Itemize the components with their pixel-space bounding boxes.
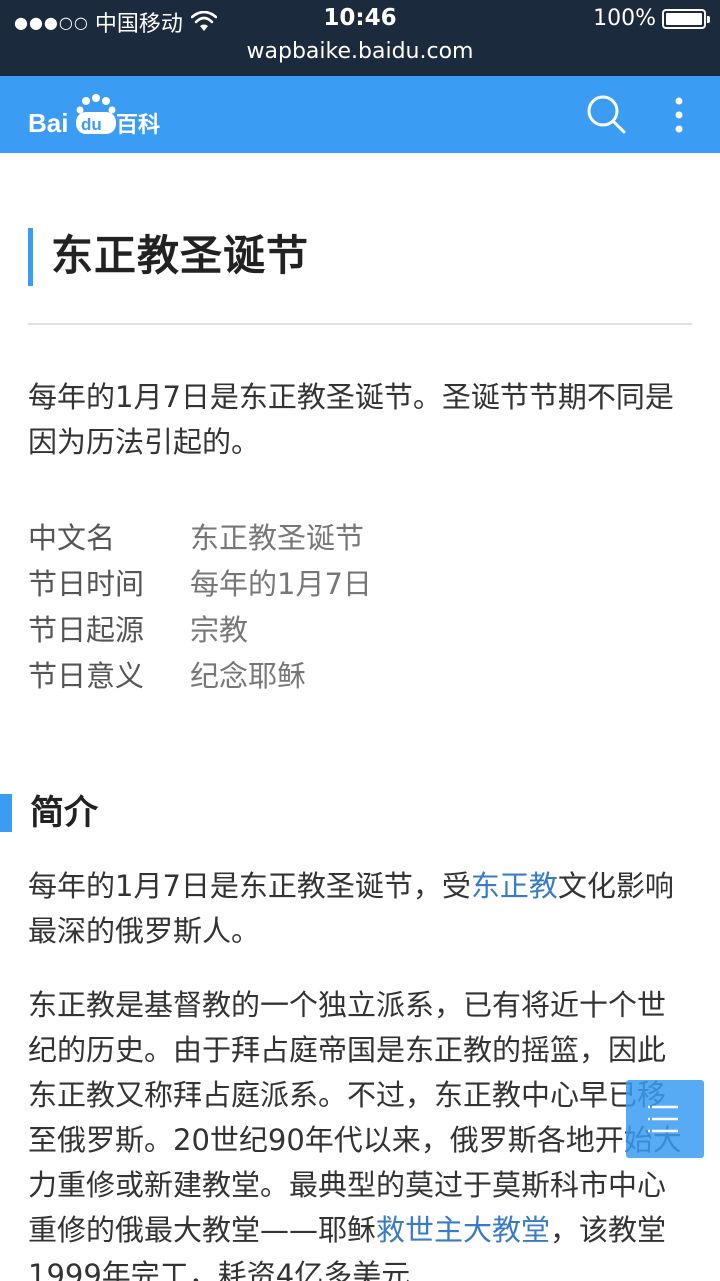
infobox-key: 节日起源 [28,613,145,647]
title-divider [28,323,692,325]
infobox-key: 节日时间 [28,567,145,601]
infobox-value: 每年的1月7日 [190,567,372,601]
infobox-row: 节日起源 宗教 [28,607,692,653]
infobox-value: 纪念耶稣 [190,659,307,693]
browser-chrome: ●●●○○ 中国移动 10:46 100% wapbaike.baidu.com [0,0,720,76]
battery-status: 100% [593,6,710,31]
infobox-row: 节日意义 纪念耶稣 [28,653,692,699]
paragraph-text: 东正教是基督教的一个独立派系，已有将近十个世纪的历史。由于拜占庭帝国是东正教的摇… [28,988,682,1247]
baidu-baike-logo[interactable]: Bai du 百科 [28,92,168,138]
section-accent-bar [0,794,12,832]
section-title: 简介 [30,793,98,833]
link-eastern-orthodox[interactable]: 东正教 [471,869,558,903]
svg-text:Bai: Bai [28,108,68,138]
infobox: 中文名 东正教圣诞节 节日时间 每年的1月7日 节日起源 宗教 节日意义 纪念耶… [28,515,692,699]
infobox-value: 宗教 [190,613,249,647]
battery-icon [662,8,710,29]
svg-text:百科: 百科 [116,113,160,138]
search-icon[interactable] [584,92,630,138]
svg-text:du: du [81,115,102,134]
toc-button[interactable] [626,1080,704,1158]
page-title: 东正教圣诞节 [51,231,310,280]
infobox-key: 节日意义 [28,659,145,693]
status-bar: ●●●○○ 中国移动 10:46 100% [0,0,720,40]
paragraph: 每年的1月7日是东正教圣诞节，受东正教文化影响最深的俄罗斯人。 [28,864,692,954]
infobox-key: 中文名 [28,521,116,555]
url-bar[interactable]: wapbaike.baidu.com [0,39,720,64]
battery-percent: 100% [593,6,656,31]
infobox-row: 中文名 东正教圣诞节 [28,515,692,561]
list-icon [648,1105,678,1133]
infobox-value: 东正教圣诞节 [190,521,365,555]
infobox-row: 节日时间 每年的1月7日 [28,561,692,607]
article-summary: 每年的1月7日是东正教圣诞节。圣诞节节期不同是因为历法引起的。 [28,380,674,459]
page-title-block: 东正教圣诞节 [28,228,309,286]
paragraph-text: 每年的1月7日是东正教圣诞节，受 [28,869,471,903]
link-cathedral-christ-saviour[interactable]: 救世主大教堂 [376,1213,550,1247]
more-vertical-icon[interactable] [664,92,694,138]
paragraph: 东正教是基督教的一个独立派系，已有将近十个世纪的历史。由于拜占庭帝国是东正教的摇… [28,983,692,1281]
